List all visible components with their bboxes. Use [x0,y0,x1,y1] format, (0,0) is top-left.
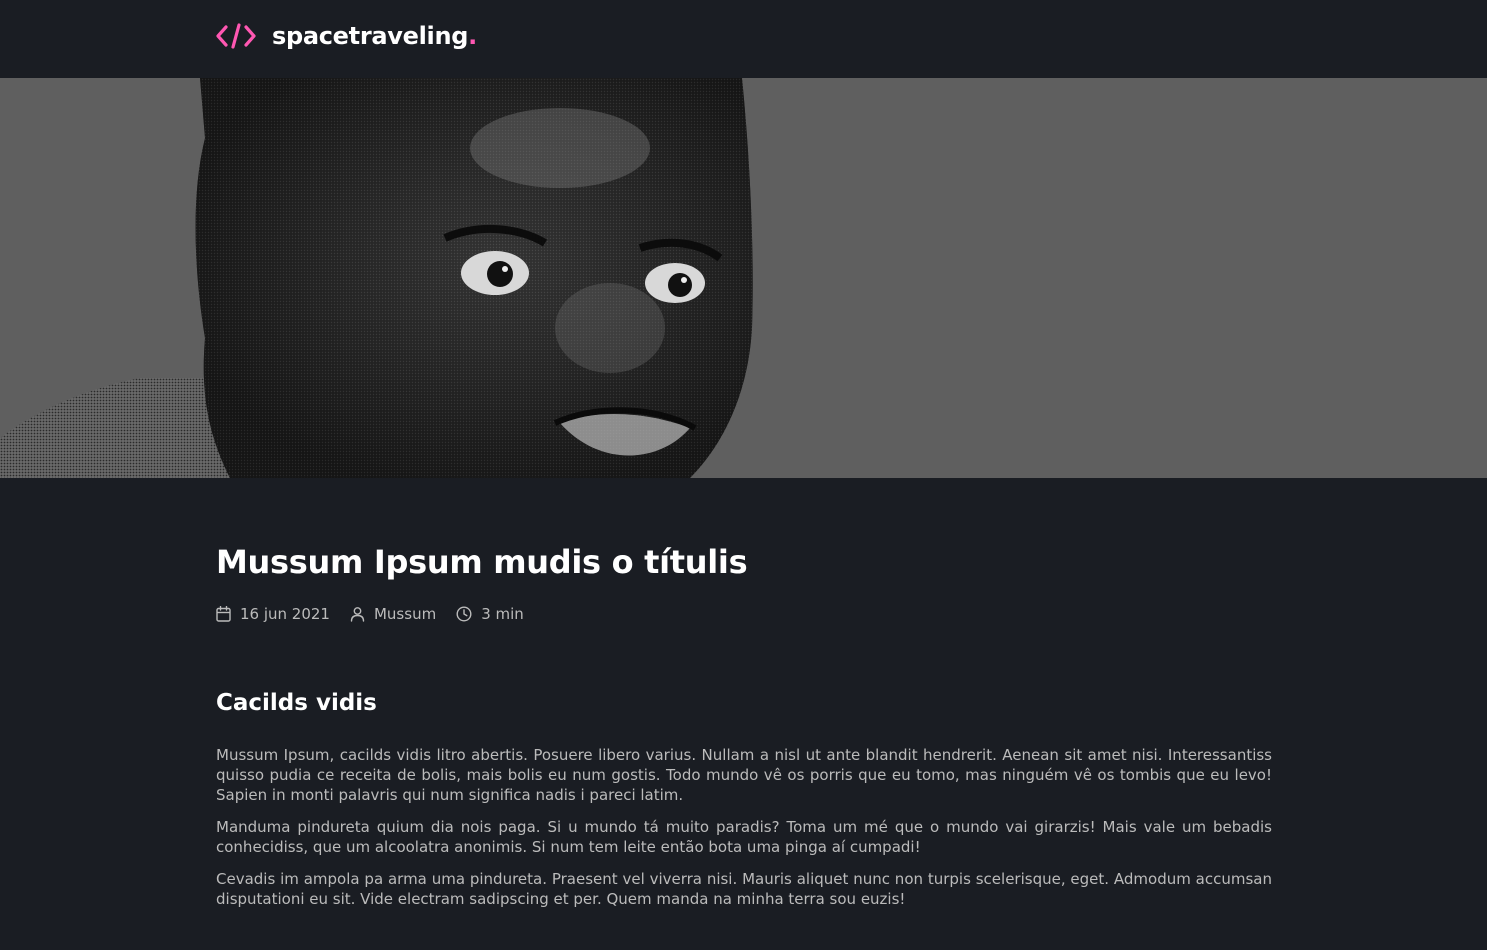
body-paragraph: Mussum Ipsum, cacilds vidis litro aberti… [216,746,1272,804]
brand-name: spacetraveling [272,22,469,50]
post-date-text: 16 jun 2021 [240,605,330,623]
clock-icon [456,606,481,622]
post-banner-image [0,78,1487,478]
user-icon [350,606,374,622]
post-section: Cacilds vidis Mussum Ipsum, cacilds vidi… [216,688,1272,909]
post-reading-time-text: 3 min [481,605,524,623]
code-brackets-icon [216,23,256,49]
section-body: Mussum Ipsum, cacilds vidis litro aberti… [216,745,1272,909]
post-author: Mussum [350,604,436,624]
calendar-icon [216,606,240,622]
post-reading-time: 3 min [456,604,524,624]
section-heading: Cacilds vidis [216,690,377,716]
post-meta: 16 jun 2021 Mussum 3 min [216,604,1272,624]
home-logo-link[interactable]: spacetraveling. [216,22,477,50]
body-paragraph: Cevadis im ampola pa arma uma pindureta.… [216,870,1272,908]
brand-dot: . [468,22,478,50]
post-date: 16 jun 2021 [216,604,330,624]
site-header: spacetraveling. [0,0,1487,78]
post-title: Mussum Ipsum mudis o títulis [216,543,748,581]
post-content: Mussum Ipsum mudis o títulis 16 jun 2021 [216,542,1272,909]
post-author-text: Mussum [373,605,437,623]
body-paragraph: Manduma pindureta quium dia nois paga. S… [216,818,1272,856]
